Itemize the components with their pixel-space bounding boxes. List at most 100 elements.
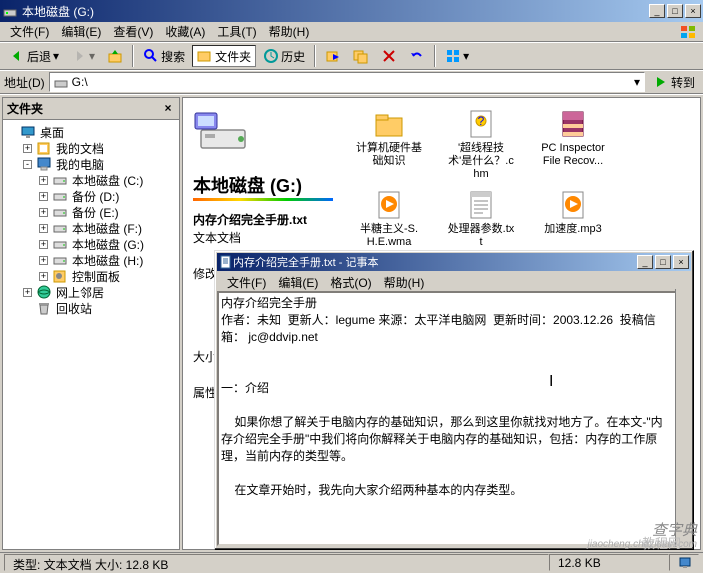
notepad-minimize-button[interactable]: _ <box>637 255 653 269</box>
back-arrow-icon <box>9 48 25 64</box>
expand-toggle[interactable]: + <box>39 256 48 265</box>
tree-label: 我的文档 <box>56 140 104 157</box>
maximize-button[interactable]: □ <box>667 4 683 18</box>
wma-file-icon <box>373 189 405 221</box>
drive-icon <box>52 236 68 252</box>
tree-node[interactable]: +本地磁盘 (G:) <box>7 236 175 252</box>
status-bar: 类型: 文本文档 大小: 12.8 KB 12.8 KB <box>0 552 703 572</box>
file-item[interactable]: 处理器参数.txt <box>445 189 517 249</box>
file-label: 半糖主义-S.H.E.wma <box>353 223 425 249</box>
tree-label: 桌面 <box>40 124 64 141</box>
np-menu-file[interactable]: 文件(F) <box>221 272 272 293</box>
close-button[interactable]: × <box>685 4 701 18</box>
expand-toggle[interactable]: + <box>39 224 48 233</box>
expand-toggle[interactable]: + <box>39 208 48 217</box>
moveto-button[interactable] <box>320 45 346 67</box>
file-label: '超线程技术'是什么？.chm <box>445 142 517 181</box>
notepad-menubar: 文件(F) 编辑(E) 格式(O) 帮助(H) <box>217 273 691 291</box>
drive-icon <box>52 204 68 220</box>
tree-node[interactable]: +控制面板 <box>7 268 175 284</box>
views-button[interactable]: ▾ <box>440 45 474 67</box>
menu-file[interactable]: 文件(F) <box>4 21 55 42</box>
big-drive-icon <box>193 108 253 158</box>
address-input-container[interactable]: ▾ <box>49 72 645 92</box>
tree-node[interactable]: +网上邻居 <box>7 284 175 300</box>
file-item[interactable]: 加速度.mp3 <box>537 189 609 249</box>
notepad-maximize-button[interactable]: □ <box>655 255 671 269</box>
main-titlebar: 本地磁盘 (G:) _ □ × <box>0 0 703 22</box>
tree-label: 备份 (E:) <box>72 204 119 221</box>
search-button[interactable]: 搜索 <box>138 45 190 67</box>
network-icon <box>36 284 52 300</box>
tree-node[interactable]: + 备份 (E:) <box>7 204 175 220</box>
tree-node[interactable]: + 本地磁盘 (C:) <box>7 172 175 188</box>
drive-title-icon <box>2 3 18 19</box>
file-item[interactable]: 半糖主义-S.H.E.wma <box>353 189 425 249</box>
address-label: 地址(D) <box>4 74 45 91</box>
notepad-text-area[interactable]: 内存介绍完全手册 作者：未知 更新人：legume 来源：太平洋电脑网 更新时间… <box>217 291 691 546</box>
status-right: 12.8 KB <box>549 554 669 571</box>
copyto-button[interactable] <box>348 45 374 67</box>
expand-toggle[interactable]: + <box>23 288 32 297</box>
notepad-icon <box>219 255 233 269</box>
up-button[interactable] <box>102 45 128 67</box>
notepad-scrollbar[interactable] <box>675 289 691 547</box>
drive-icon <box>52 172 68 188</box>
notepad-titlebar[interactable]: 内存介绍完全手册.txt - 记事本 _ □ × <box>217 253 691 271</box>
expand-toggle[interactable]: + <box>39 192 48 201</box>
address-input[interactable] <box>72 75 630 89</box>
up-folder-icon <box>107 48 123 64</box>
go-button[interactable]: 转到 <box>649 74 699 91</box>
history-button[interactable]: 历史 <box>258 45 310 67</box>
delete-button[interactable] <box>376 45 402 67</box>
drive-icon <box>52 252 68 268</box>
drive-icon <box>52 220 68 236</box>
file-item[interactable]: 计算机硬件基础知识 <box>353 108 425 181</box>
expand-toggle[interactable]: + <box>39 176 48 185</box>
drive-heading: 本地磁盘 (G:) <box>193 178 343 194</box>
undo-button[interactable] <box>404 45 430 67</box>
notepad-title: 内存介绍完全手册.txt - 记事本 <box>233 254 637 270</box>
chm-file-icon: ? <box>465 108 497 140</box>
sidebar-close-button[interactable]: × <box>161 102 175 116</box>
menu-favorites[interactable]: 收藏(A) <box>159 21 211 42</box>
np-menu-help[interactable]: 帮助(H) <box>378 272 431 293</box>
expand-toggle[interactable]: + <box>39 240 48 249</box>
menu-edit[interactable]: 编辑(E) <box>55 21 107 42</box>
expand-toggle[interactable]: + <box>39 272 48 281</box>
np-menu-edit[interactable]: 编辑(E) <box>272 272 324 293</box>
folders-button[interactable]: 文件夹 <box>192 45 256 67</box>
rainbow-divider <box>193 198 333 201</box>
menu-view[interactable]: 查看(V) <box>107 21 159 42</box>
cpanel-icon <box>52 268 68 284</box>
np-menu-format[interactable]: 格式(O) <box>324 272 377 293</box>
tree-node[interactable]: +本地磁盘 (H:) <box>7 252 175 268</box>
tree-label: 我的电脑 <box>56 156 104 173</box>
window-title: 本地磁盘 (G:) <box>22 3 649 20</box>
file-item[interactable]: ?'超线程技术'是什么？.chm <box>445 108 517 181</box>
computer-icon <box>36 156 52 172</box>
dropdown-icon[interactable]: ▾ <box>634 75 640 89</box>
tree-node[interactable]: - 我的电脑 <box>7 156 175 172</box>
minimize-button[interactable]: _ <box>649 4 665 18</box>
tree-label: 本地磁盘 (C:) <box>72 172 143 189</box>
expand-toggle[interactable]: - <box>23 160 32 169</box>
back-button[interactable]: 后退▾ <box>4 45 64 67</box>
tree-label: 本地磁盘 (F:) <box>72 220 142 237</box>
tree-node[interactable]: + 本地磁盘 (F:) <box>7 220 175 236</box>
menu-help[interactable]: 帮助(H) <box>263 21 316 42</box>
folder-file-icon <box>373 108 405 140</box>
tree-node[interactable]: 桌面 <box>7 124 175 140</box>
tree-node[interactable]: + 我的文档 <box>7 140 175 156</box>
go-arrow-icon <box>653 74 669 90</box>
forward-button[interactable]: ▾ <box>66 45 100 67</box>
notepad-close-button[interactable]: × <box>673 255 689 269</box>
history-icon <box>263 48 279 64</box>
tree-node[interactable]: 回收站 <box>7 300 175 316</box>
menu-tools[interactable]: 工具(T) <box>211 21 262 42</box>
expand-toggle[interactable]: + <box>23 144 32 153</box>
tree-node[interactable]: +备份 (D:) <box>7 188 175 204</box>
rar-file-icon <box>557 108 589 140</box>
file-item[interactable]: PC Inspector File Recov... <box>537 108 609 181</box>
watermark-2: 教程网 <box>642 533 681 552</box>
